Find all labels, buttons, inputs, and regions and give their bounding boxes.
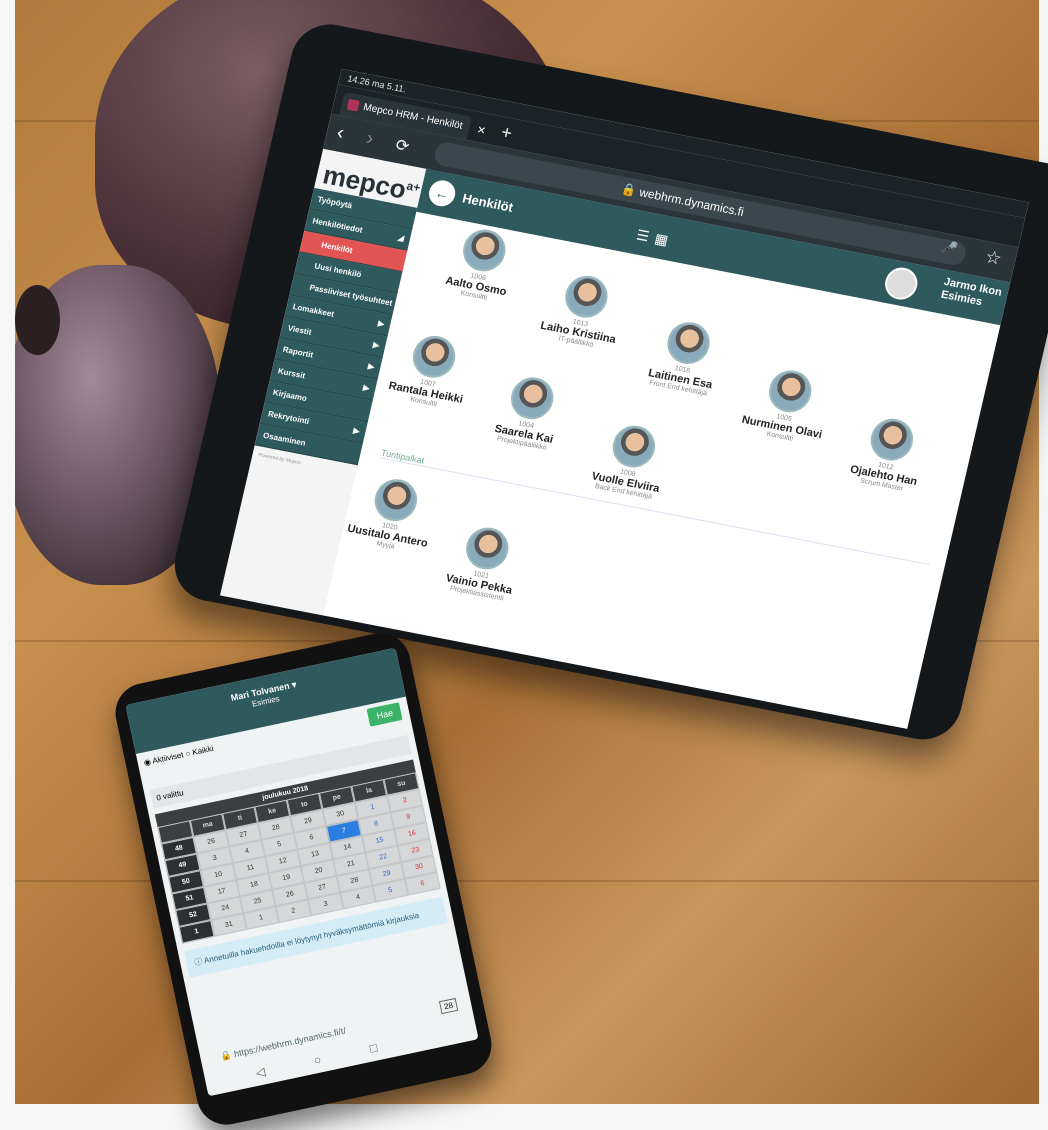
person-card[interactable]: 1004 Saarela Kai Projektipäällikkö xyxy=(467,367,591,457)
sidebar-item-label: Viestit xyxy=(286,323,313,337)
person-card[interactable]: 1021 Vainio Pekka Projektiassistentti xyxy=(422,518,546,608)
radio-active-label: Aktiiviset xyxy=(151,750,185,766)
page-title: Henkilöt xyxy=(460,190,515,215)
person-avatar xyxy=(461,524,513,573)
person-card[interactable]: 1006 Aalto Osmo Konsultti xyxy=(419,219,543,309)
person-avatar xyxy=(561,272,612,322)
new-tab-icon[interactable]: + xyxy=(499,122,514,144)
user-info[interactable]: Jarmo Ikon Esimies xyxy=(940,276,1003,313)
sidebar-item-label: Osaaminen xyxy=(262,430,307,448)
bookmark-star-icon[interactable]: ☆ xyxy=(983,246,1003,270)
person-card[interactable]: 1013 Laiho Kristiina IT-päällikkö xyxy=(521,266,645,356)
back-button[interactable]: ← xyxy=(426,178,458,209)
sidebar-item-label: Henkilötiedot xyxy=(311,216,364,235)
person-avatar xyxy=(866,415,918,465)
vase-opening xyxy=(15,285,60,355)
sidebar-item-label: Kurssit xyxy=(277,366,307,381)
sidebar-item-label: Raportit xyxy=(281,344,315,360)
lock-icon: 🔒 xyxy=(219,1049,233,1062)
expand-arrow-icon: ▶ xyxy=(352,425,361,436)
nav-back-icon[interactable]: ◁ xyxy=(254,1054,315,1080)
grid-view-icon[interactable]: ▦ xyxy=(653,230,675,249)
logo-sup: a+ xyxy=(405,178,422,195)
person-card[interactable]: 1012 Ojalehto Han Scrum Master xyxy=(827,409,951,499)
nav-recents-icon[interactable]: □ xyxy=(368,1030,427,1056)
person-avatar xyxy=(408,332,460,382)
sidebar-item-label: Henkilöt xyxy=(320,240,354,256)
sidebar-item-label: Kirjaamo xyxy=(272,387,308,404)
sidebar-item-label: Rekrytointi xyxy=(267,409,311,427)
person-avatar xyxy=(458,225,510,275)
close-tab-icon[interactable]: × xyxy=(476,121,488,138)
view-toggle[interactable]: ☰▦ xyxy=(635,226,676,250)
forward-icon[interactable]: › xyxy=(364,127,376,151)
person-avatar xyxy=(764,366,816,416)
sidebar-item-label: Lomakkeet xyxy=(291,302,335,319)
sidebar-item-label: Uusi henkilö xyxy=(313,261,363,280)
back-icon[interactable]: ‹ xyxy=(335,121,347,145)
sidebar-item-label: Työpöytä xyxy=(316,194,353,211)
radio-all[interactable]: ○ Kaikki xyxy=(185,744,215,759)
search-button[interactable]: Hae xyxy=(367,702,403,727)
person-card[interactable]: 1005 Nurminen Olavi Konsultti xyxy=(725,360,849,450)
person-avatar xyxy=(608,422,660,472)
user-avatar[interactable] xyxy=(881,264,921,303)
person-avatar xyxy=(506,373,558,423)
tabs-count[interactable]: 28 xyxy=(439,997,459,1015)
person-avatar xyxy=(663,318,714,368)
reload-icon[interactable]: ⟳ xyxy=(394,135,412,157)
person-card[interactable]: 1016 Laitinen Esa Front End kehittäjä xyxy=(623,312,747,402)
radio-all-label: Kaikki xyxy=(191,743,215,758)
person-avatar xyxy=(370,475,422,525)
nav-home-icon[interactable]: ○ xyxy=(312,1042,371,1068)
radio-active[interactable]: ◉ Aktiiviset xyxy=(143,750,184,767)
favicon-icon xyxy=(346,98,360,112)
expand-arrow-icon: ◢ xyxy=(396,232,406,243)
